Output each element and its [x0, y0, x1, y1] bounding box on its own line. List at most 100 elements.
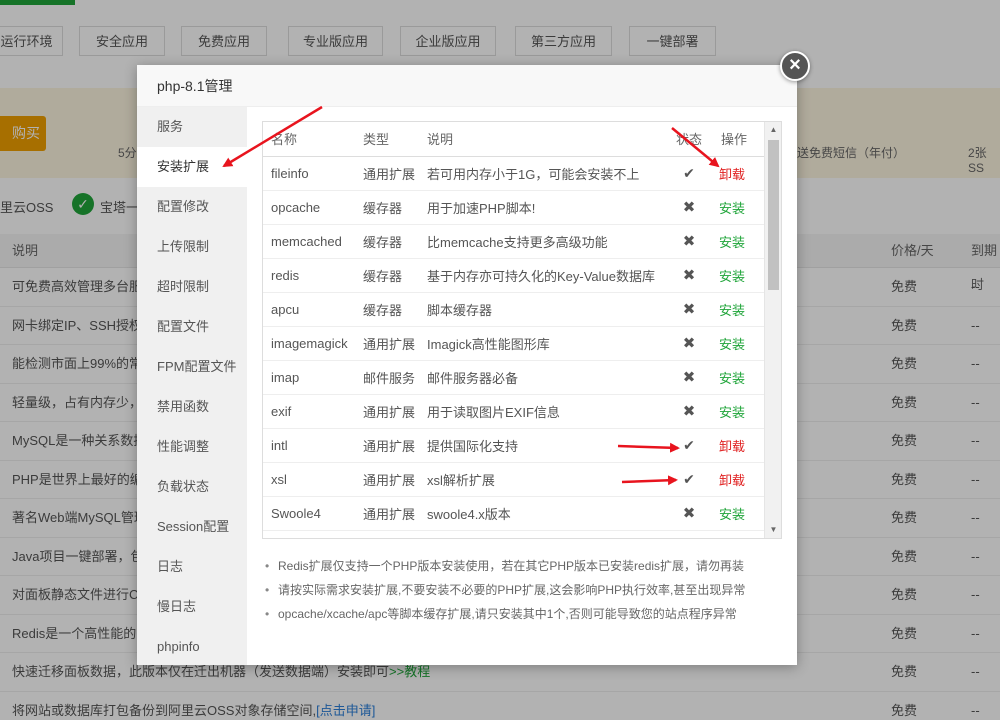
- cross-icon: ✖: [682, 267, 696, 284]
- ext-type: 通用扩展: [355, 462, 419, 497]
- ext-name: apcu: [263, 292, 355, 327]
- ext-type: 缓存器: [355, 258, 419, 293]
- ext-type: 邮件服务: [355, 360, 419, 395]
- install-button[interactable]: 安装: [719, 337, 745, 352]
- sidebar-item-service[interactable]: 服务: [137, 107, 247, 147]
- cross-icon: ✖: [682, 335, 696, 352]
- ext-desc: xsl解析扩展: [419, 462, 665, 497]
- ext-name: xsl: [263, 462, 355, 497]
- ext-type: 通用扩展: [355, 156, 419, 191]
- ext-desc: 比memcache支持更多高级功能: [419, 224, 665, 259]
- ext-status: ✔: [665, 156, 713, 191]
- ext-type: 缓存器: [355, 224, 419, 259]
- sidebar-item-config-file[interactable]: 配置文件: [137, 307, 247, 347]
- ext-desc: 用于加速PHP脚本!: [419, 190, 665, 225]
- tip-item: 请按实际需求安装扩展,不要安装不必要的PHP扩展,这会影响PHP执行效率,甚至出…: [262, 578, 792, 602]
- ext-desc: Imagick高性能图形库: [419, 326, 665, 361]
- ext-desc: 用于读取图片EXIF信息: [419, 394, 665, 429]
- table-row: fileinfo 通用扩展 若可用内存小于1G，可能会安装不上 ✔ 卸载: [263, 156, 765, 191]
- ext-op: 安装: [713, 224, 765, 259]
- ext-op: 安装: [713, 258, 765, 293]
- sidebar-item-load-status[interactable]: 负载状态: [137, 467, 247, 507]
- ext-status: ✖: [665, 496, 713, 531]
- ext-desc: 若可用内存小于1G，可能会安装不上: [419, 156, 665, 191]
- ext-status: ✖: [665, 224, 713, 259]
- ext-op: 卸载: [713, 428, 765, 463]
- ext-name: exif: [263, 394, 355, 429]
- table-row: opcache 缓存器 用于加速PHP脚本! ✖ 安装: [263, 190, 765, 225]
- sidebar-item-phpinfo[interactable]: phpinfo: [137, 627, 247, 667]
- install-button[interactable]: 安装: [719, 371, 745, 386]
- ext-name: memcached: [263, 224, 355, 259]
- ext-op: 卸载: [713, 156, 765, 191]
- uninstall-button[interactable]: 卸载: [719, 167, 745, 182]
- ext-status: ✖: [665, 258, 713, 293]
- ext-op: 安装: [713, 292, 765, 327]
- ext-desc: 脚本缓存器: [419, 292, 665, 327]
- cross-icon: ✖: [682, 505, 696, 522]
- cross-icon: ✖: [682, 233, 696, 250]
- settings-sidebar: 服务 安装扩展 配置修改 上传限制 超时限制 配置文件 FPM配置文件 禁用函数…: [137, 107, 247, 665]
- ext-status: ✖: [665, 190, 713, 225]
- ext-type: 通用扩展: [355, 326, 419, 361]
- dialog-title: php-8.1管理: [137, 65, 797, 107]
- install-button[interactable]: 安装: [719, 507, 745, 522]
- php-manage-dialog: php-8.1管理 服务 安装扩展 配置修改 上传限制 超时限制 配置文件 FP…: [137, 65, 797, 665]
- ext-name: intl: [263, 428, 355, 463]
- ext-op: 安装: [713, 326, 765, 361]
- scrollbar-thumb[interactable]: [768, 140, 779, 290]
- table-header-row: 名称 类型 说明 状态 操作: [263, 122, 765, 157]
- ext-desc: 提供国际化支持: [419, 428, 665, 463]
- extensions-table-container: 名称 类型 说明 状态 操作 fileinfo 通用扩展 若可用内存小于1G，可…: [262, 121, 782, 539]
- ext-type: 通用扩展: [355, 428, 419, 463]
- scroll-down-icon[interactable]: ▼: [765, 522, 781, 538]
- ext-name: redis: [263, 258, 355, 293]
- sidebar-item-log[interactable]: 日志: [137, 547, 247, 587]
- ext-op: 安装: [713, 360, 765, 395]
- cross-icon: ✖: [682, 301, 696, 318]
- install-button[interactable]: 安装: [719, 405, 745, 420]
- ext-status: ✔: [665, 462, 713, 497]
- install-button[interactable]: 安装: [719, 269, 745, 284]
- table-scrollbar[interactable]: ▲ ▼: [764, 122, 781, 538]
- ext-status: ✖: [665, 394, 713, 429]
- check-icon: ✔: [683, 436, 695, 453]
- table-row: redis 缓存器 基于内存亦可持久化的Key-Value数据库 ✖ 安装: [263, 258, 765, 293]
- table-row: imap 邮件服务 邮件服务器必备 ✖ 安装: [263, 360, 765, 395]
- ext-op: 卸载: [713, 462, 765, 497]
- extensions-table: 名称 类型 说明 状态 操作 fileinfo 通用扩展 若可用内存小于1G，可…: [263, 122, 765, 531]
- tip-item: opcache/xcache/apc等脚本缓存扩展,请只安装其中1个,否则可能导…: [262, 602, 792, 626]
- ext-status: ✖: [665, 360, 713, 395]
- ext-desc: 邮件服务器必备: [419, 360, 665, 395]
- ext-type: 通用扩展: [355, 496, 419, 531]
- ext-status: ✖: [665, 326, 713, 361]
- close-icon[interactable]: ×: [780, 51, 810, 81]
- tip-item: Redis扩展仅支持一个PHP版本安装使用，若在其它PHP版本已安装redis扩…: [262, 554, 792, 578]
- table-row: xsl 通用扩展 xsl解析扩展 ✔ 卸载: [263, 462, 765, 497]
- scroll-up-icon[interactable]: ▲: [765, 122, 781, 138]
- ext-type: 通用扩展: [355, 394, 419, 429]
- sidebar-item-performance[interactable]: 性能调整: [137, 427, 247, 467]
- install-button[interactable]: 安装: [719, 235, 745, 250]
- sidebar-item-slow-log[interactable]: 慢日志: [137, 587, 247, 627]
- ext-type: 缓存器: [355, 292, 419, 327]
- check-icon: ✔: [683, 164, 695, 181]
- uninstall-button[interactable]: 卸载: [719, 439, 745, 454]
- sidebar-item-timeout-limit[interactable]: 超时限制: [137, 267, 247, 307]
- sidebar-item-upload-limit[interactable]: 上传限制: [137, 227, 247, 267]
- col-type: 类型: [355, 122, 419, 157]
- table-row: intl 通用扩展 提供国际化支持 ✔ 卸载: [263, 428, 765, 463]
- uninstall-button[interactable]: 卸载: [719, 473, 745, 488]
- sidebar-item-fpm-config[interactable]: FPM配置文件: [137, 347, 247, 387]
- ext-desc: swoole4.x版本: [419, 496, 665, 531]
- install-button[interactable]: 安装: [719, 303, 745, 318]
- sidebar-item-extensions[interactable]: 安装扩展: [137, 147, 247, 187]
- sidebar-item-config-edit[interactable]: 配置修改: [137, 187, 247, 227]
- sidebar-item-disabled-functions[interactable]: 禁用函数: [137, 387, 247, 427]
- cross-icon: ✖: [682, 199, 696, 216]
- col-desc: 说明: [419, 122, 665, 157]
- col-name: 名称: [263, 122, 355, 157]
- install-button[interactable]: 安装: [719, 201, 745, 216]
- ext-op: 安装: [713, 190, 765, 225]
- sidebar-item-session[interactable]: Session配置: [137, 507, 247, 547]
